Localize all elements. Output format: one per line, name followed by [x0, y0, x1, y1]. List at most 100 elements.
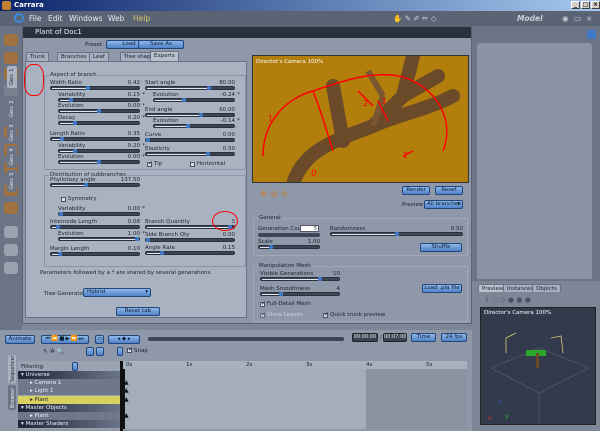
slider-track[interactable]: [50, 86, 140, 90]
tab-leaf[interactable]: Leaf: [89, 52, 109, 61]
slider-thumb[interactable]: [186, 124, 191, 128]
slider-variability[interactable]: Variability 0.00 *: [58, 206, 145, 217]
slider-thumb[interactable]: [57, 252, 62, 256]
slider-track[interactable]: [50, 252, 140, 256]
filter-menu-icon[interactable]: [72, 362, 78, 371]
slider-thumb[interactable]: [182, 98, 187, 102]
slider-thumb[interactable]: [59, 137, 64, 141]
slider-track[interactable]: [145, 138, 235, 142]
slider-track[interactable]: [153, 124, 235, 128]
slider-track[interactable]: [58, 212, 140, 216]
slider-start-angle[interactable]: Start angle 80.00: [145, 80, 235, 91]
slider-track[interactable]: [58, 237, 140, 241]
reset-tab-button[interactable]: Reset tab: [116, 307, 160, 316]
sequencer-row[interactable]: ▾ Master Shaders: [18, 420, 120, 429]
fps-select[interactable]: 24 fps: [441, 333, 467, 342]
load-pla-file-button[interactable]: Load .pla file: [422, 284, 462, 293]
tab-branches[interactable]: Branches: [57, 52, 91, 61]
sequencer-row[interactable]: ▾ Universe: [18, 371, 120, 379]
slider-phyllotaxy-angle[interactable]: Phyllotaxy angle 137.50: [50, 177, 140, 188]
snap-menu-icon[interactable]: [117, 347, 123, 356]
keyframe-controls[interactable]: ◂ ◆ ▸: [108, 335, 140, 344]
slider-variability[interactable]: Variability 0.20 *: [58, 143, 145, 154]
slider-evolution[interactable]: Evolution 1.00 *: [58, 231, 145, 242]
view-navigation-icons[interactable]: ✥ ⊕ ✢: [260, 190, 288, 200]
slider-track[interactable]: [58, 98, 140, 102]
gen-tab-5[interactable]: Gen. 5: [7, 170, 17, 192]
show-leaves-checkbox[interactable]: [260, 311, 266, 318]
save-as-button[interactable]: Save As: [138, 40, 184, 49]
slider-thumb[interactable]: [207, 86, 212, 90]
slider-thumb[interactable]: [205, 152, 210, 156]
slider-thumb[interactable]: [135, 237, 140, 241]
generation-count-slider[interactable]: [258, 233, 320, 237]
sequencer-row[interactable]: ▸ Light 1: [18, 387, 120, 396]
slider-thumb[interactable]: [159, 251, 164, 255]
time-mode-select[interactable]: Time: [411, 333, 436, 342]
loop-icon[interactable]: ▭: [95, 335, 104, 344]
time-scrubber[interactable]: [148, 337, 344, 341]
slider-track[interactable]: [145, 113, 235, 117]
keyframe-marker[interactable]: ▲: [124, 387, 129, 394]
symmetry-checkbox[interactable]: [61, 197, 66, 202]
slider-evolution[interactable]: Evolution -0.24 *: [153, 92, 240, 103]
horizontal-checkbox[interactable]: [190, 162, 195, 167]
slider-width-ratio[interactable]: Width Ratio 0.42: [50, 80, 140, 91]
menu-edit[interactable]: Edit: [48, 14, 63, 23]
object-tool-icon[interactable]: [4, 202, 18, 214]
slider-track[interactable]: [58, 121, 140, 125]
gen-tab-3[interactable]: Gen. 3: [7, 122, 17, 144]
fit-icon[interactable]: [86, 347, 94, 356]
slider-track[interactable]: [50, 183, 140, 187]
end-time-field[interactable]: 00:07:00: [383, 333, 407, 342]
slider-internode-length[interactable]: Internode Length 0.08: [50, 219, 140, 230]
menu-web[interactable]: Web: [108, 14, 124, 23]
slider-track[interactable]: [145, 86, 235, 90]
keyframe-marker[interactable]: ▲: [124, 379, 129, 386]
preview-3d-view[interactable]: Director's Camera 100% xzy: [480, 307, 596, 426]
close-icon[interactable]: ×: [586, 14, 592, 23]
pin-icon[interactable]: [587, 30, 596, 39]
render-button[interactable]: Render: [402, 186, 430, 195]
slider-evolution[interactable]: Evolution -0.14 *: [153, 118, 240, 129]
menu-help[interactable]: Help: [133, 14, 150, 23]
slider-track[interactable]: [58, 109, 140, 113]
tab-browser[interactable]: Browser: [8, 385, 16, 410]
slider-angle-rate[interactable]: Angle Rate 0.15: [145, 245, 235, 256]
sequencer-row[interactable]: ▸ Camera 1: [18, 379, 120, 388]
slider-thumb[interactable]: [145, 138, 150, 142]
tab-experts[interactable]: Experts: [150, 51, 179, 61]
slider-thumb[interactable]: [84, 183, 89, 187]
slider-end-angle[interactable]: End angle 60.00: [145, 107, 235, 118]
slider-curve[interactable]: Curve 0.00: [145, 132, 235, 143]
sequencer-tool-icons[interactable]: ↖ ✲ 🔍: [43, 348, 64, 355]
slider-thumb[interactable]: [69, 98, 73, 102]
slider-track[interactable]: [50, 225, 140, 229]
room-icons[interactable]: ✋ ✎ ✐ ✏ ◇: [393, 14, 437, 23]
gen-tab-4[interactable]: Gen. 4: [7, 146, 17, 168]
slider-thumb[interactable]: [85, 86, 90, 90]
slider-variability[interactable]: Variability 0.15 *: [58, 92, 145, 103]
current-time-field[interactable]: 00:00:00: [352, 333, 378, 342]
tab-objects[interactable]: Objects: [532, 284, 561, 292]
slider-track[interactable]: [145, 251, 235, 255]
keyframe-marker[interactable]: ▲: [124, 412, 129, 419]
slider-evolution[interactable]: Evolution 0.00 *: [58, 154, 145, 165]
slider-thumb[interactable]: [73, 149, 77, 153]
slider-track[interactable]: [50, 137, 140, 141]
select-tool-icon[interactable]: [4, 34, 18, 46]
sequencer-row[interactable]: ▾ Master Objects: [18, 403, 120, 412]
camera-tool-icon[interactable]: [4, 226, 18, 238]
animate-button[interactable]: Animate: [5, 335, 35, 344]
keyframe-marker[interactable]: ▲: [124, 396, 129, 403]
maximize-button[interactable]: □: [581, 1, 590, 9]
sequencer-row[interactable]: ▸ Plant: [18, 395, 120, 404]
slider-margin-length[interactable]: Margin Length 0.10: [50, 246, 140, 257]
preview-select[interactable]: All branches ▾: [424, 200, 463, 209]
slider-elasticity[interactable]: Elasticity 0.50: [145, 146, 235, 157]
zoom-tool-icon[interactable]: [4, 262, 18, 274]
shuffle-button[interactable]: Shuffle: [420, 243, 462, 252]
slider-thumb[interactable]: [73, 121, 77, 125]
close-button[interactable]: ×: [591, 1, 600, 9]
full-detail-mesh-checkbox[interactable]: [260, 300, 266, 307]
